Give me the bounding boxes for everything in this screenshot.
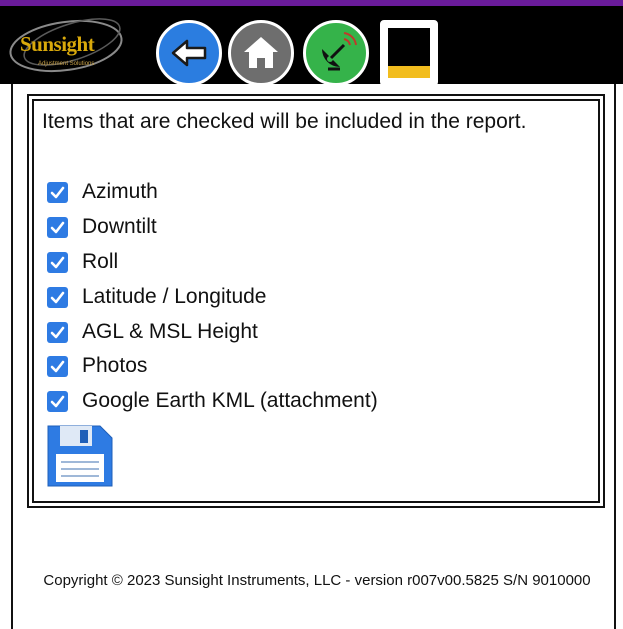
copyright-text: Copyright © 2023 Sunsight Instruments, L…: [43, 572, 591, 589]
downtilt-label: Downtilt: [82, 215, 157, 238]
report-item-lat-long[interactable]: Latitude / Longitude: [47, 281, 267, 313]
check-icon: [50, 360, 65, 372]
report-item-downtilt[interactable]: Downtilt: [47, 211, 157, 243]
height-checkbox[interactable]: [47, 321, 68, 343]
check-icon: [50, 256, 65, 268]
check-icon: [50, 326, 65, 338]
frame-left-border: [11, 84, 13, 629]
battery-icon: [388, 28, 430, 78]
azimuth-checkbox[interactable]: [47, 181, 68, 203]
arrow-left-icon: [171, 39, 207, 67]
back-button[interactable]: [156, 20, 222, 86]
frame-right-border: [614, 84, 616, 629]
azimuth-label: Azimuth: [82, 180, 158, 203]
app-header: Sunsight Adjustment Solutions: [0, 6, 623, 86]
downtilt-checkbox[interactable]: [47, 216, 68, 238]
report-item-kml[interactable]: Google Earth KML (attachment): [47, 385, 378, 417]
report-intro-text: Items that are checked will be included …: [42, 110, 527, 133]
lat-long-checkbox[interactable]: [47, 286, 68, 308]
photos-label: Photos: [82, 354, 148, 377]
battery-level-fill: [388, 65, 430, 78]
roll-label: Roll: [82, 250, 119, 273]
report-item-azimuth[interactable]: Azimuth: [47, 176, 158, 208]
logo-brand: Sunsight: [20, 32, 95, 56]
report-item-photos[interactable]: Photos: [47, 350, 147, 382]
lat-long-label: Latitude / Longitude: [82, 285, 267, 308]
report-item-roll[interactable]: Roll: [47, 246, 118, 278]
home-icon: [244, 37, 278, 68]
check-icon: [50, 291, 65, 303]
logo-tagline: Adjustment Solutions: [38, 61, 95, 67]
sunsight-logo: Sunsight Adjustment Solutions: [6, 12, 130, 76]
save-button[interactable]: [44, 422, 116, 490]
kml-checkbox[interactable]: [47, 390, 68, 412]
roll-checkbox[interactable]: [47, 251, 68, 273]
battery-indicator: [380, 20, 438, 86]
report-options-panel: Items that are checked will be included …: [27, 94, 605, 508]
photos-checkbox[interactable]: [47, 355, 68, 377]
gps-button[interactable]: [303, 20, 369, 86]
height-label: AGL & MSL Height: [82, 320, 258, 343]
check-icon: [50, 221, 65, 233]
satellite-dish-icon: [322, 32, 357, 71]
report-options-inner: Items that are checked will be included …: [32, 99, 600, 503]
report-item-height[interactable]: AGL & MSL Height: [47, 316, 258, 348]
kml-label: Google Earth KML (attachment): [82, 389, 378, 412]
save-floppy-icon: [47, 425, 113, 487]
check-icon: [50, 395, 65, 407]
home-button[interactable]: [228, 20, 294, 86]
check-icon: [50, 186, 65, 198]
